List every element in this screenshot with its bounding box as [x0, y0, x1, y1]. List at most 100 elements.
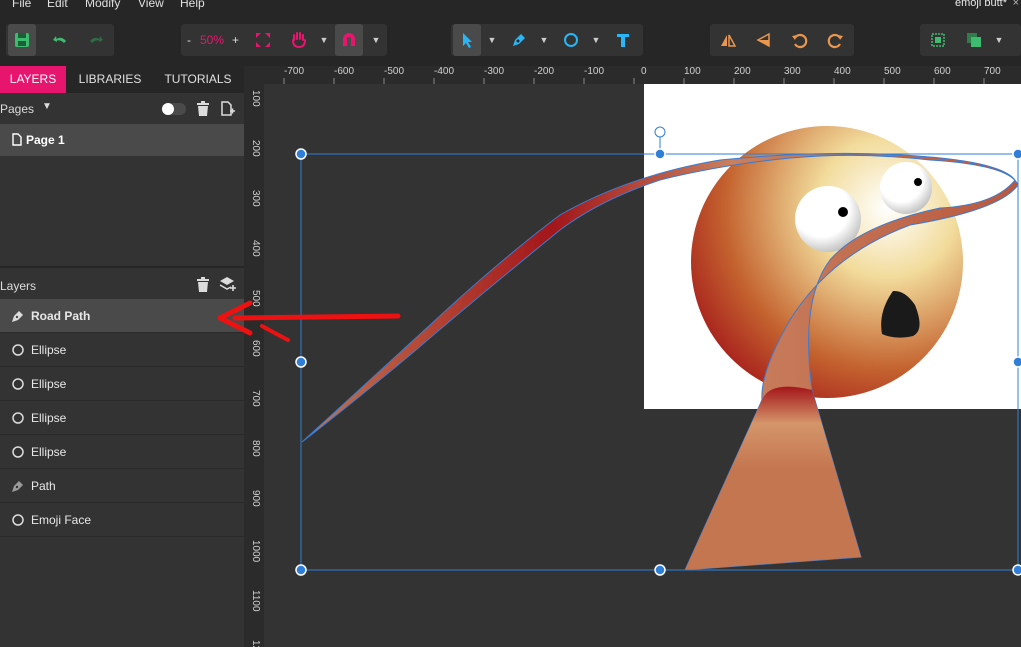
menu-bar: File Edit Modify View Help emoji butt* × — [0, 0, 1021, 14]
zoom-in-button[interactable]: + — [232, 33, 239, 47]
ruler-label: 1000 — [250, 540, 261, 563]
tab-tutorials[interactable]: TUTORIALS — [162, 66, 234, 93]
ruler-label: 100 — [684, 66, 701, 77]
pen-tool-button[interactable] — [505, 24, 533, 56]
delete-layer-icon[interactable] — [196, 277, 210, 292]
ruler-label: 200 — [250, 140, 261, 157]
panel-divider — [0, 266, 244, 268]
menu-file[interactable]: File — [12, 0, 31, 10]
pages-title: Pages — [0, 102, 35, 116]
tab-layers[interactable]: LAYERS — [0, 66, 66, 93]
ellipse-icon — [12, 378, 24, 390]
document-tab-title[interactable]: emoji butt* — [955, 0, 1007, 9]
redo-button[interactable] — [82, 24, 110, 56]
layer-row-ellipse[interactable]: Ellipse — [0, 401, 244, 435]
layer-row-emoji-face[interactable]: Emoji Face — [0, 503, 244, 537]
resize-handle[interactable] — [1012, 356, 1021, 368]
ruler-label: 800 — [250, 440, 261, 457]
pages-dropdown-icon[interactable]: ▼ — [42, 101, 52, 112]
arrange-tools-group: ▼ — [920, 24, 1021, 56]
hand-tool-dropdown[interactable]: ▼ — [317, 24, 331, 56]
rotate-right-button[interactable] — [822, 24, 850, 56]
pen-tool-dropdown[interactable]: ▼ — [537, 24, 551, 56]
vertical-ruler[interactable]: 100 200 300 400 500 600 700 800 900 1000… — [244, 66, 264, 647]
add-layer-icon[interactable] — [219, 276, 237, 292]
ruler-label: -100 — [584, 66, 605, 77]
ellipse-tool-button[interactable] — [557, 24, 585, 56]
rotation-handle[interactable] — [654, 126, 666, 138]
arrange-button[interactable] — [960, 24, 988, 56]
pen-path-icon — [12, 311, 23, 322]
right-eye — [880, 162, 932, 214]
ruler-label: 500 — [884, 66, 901, 77]
snap-magnet-button[interactable] — [335, 24, 363, 56]
delete-page-icon[interactable] — [196, 101, 210, 116]
zoom-level[interactable]: 50% — [200, 33, 224, 47]
menu-edit[interactable]: Edit — [47, 0, 68, 10]
add-page-icon[interactable] — [221, 101, 235, 116]
rotate-left-button[interactable] — [785, 24, 813, 56]
layer-label: Ellipse — [31, 445, 67, 459]
page-list-item[interactable]: Page 1 — [0, 124, 244, 156]
road-trunk — [685, 386, 861, 570]
flip-horizontal-button[interactable] — [714, 24, 742, 56]
group-icon — [931, 33, 945, 47]
ruler-label: -200 — [534, 66, 555, 77]
ruler-label: -400 — [434, 66, 455, 77]
select-tool-dropdown[interactable]: ▼ — [485, 24, 499, 56]
redo-icon — [90, 36, 103, 43]
rotate-right-icon — [827, 33, 843, 49]
transform-tools-group — [710, 24, 854, 56]
left-pupil — [838, 207, 848, 217]
layer-row-ellipse[interactable]: Ellipse — [0, 435, 244, 469]
layer-row-ellipse[interactable]: Ellipse — [0, 367, 244, 401]
tab-libraries[interactable]: LIBRARIES — [74, 66, 146, 93]
drawing-tools-group: ▼ ▼ ▼ — [451, 24, 643, 56]
close-document-icon[interactable]: × — [1013, 0, 1019, 9]
canvas-artwork — [295, 84, 1021, 576]
hand-tool-button[interactable] — [285, 24, 313, 56]
menu-modify[interactable]: Modify — [85, 0, 120, 10]
snap-dropdown[interactable]: ▼ — [369, 24, 383, 56]
ruler-label: 400 — [834, 66, 851, 77]
flip-vertical-icon — [756, 32, 770, 48]
ellipse-icon — [12, 412, 24, 424]
pages-toggle[interactable] — [162, 103, 186, 115]
resize-handle[interactable] — [295, 564, 307, 576]
page-label: Page 1 — [26, 133, 65, 147]
arrange-dropdown[interactable]: ▼ — [992, 24, 1006, 56]
drawing-canvas[interactable] — [264, 84, 1021, 647]
resize-handle[interactable] — [295, 148, 307, 160]
undo-button[interactable] — [46, 24, 74, 56]
layer-row-path[interactable]: Path — [0, 469, 244, 503]
menu-help[interactable]: Help — [180, 0, 205, 10]
ruler-label: -300 — [484, 66, 505, 77]
shape-tool-dropdown[interactable]: ▼ — [589, 24, 603, 56]
zoom-out-button[interactable]: - — [187, 33, 191, 47]
menu-view[interactable]: View — [138, 0, 164, 10]
ruler-label: 1200 — [250, 640, 261, 647]
layer-label: Road Path — [31, 309, 91, 323]
resize-handle[interactable] — [1012, 564, 1021, 576]
save-button[interactable] — [8, 24, 36, 56]
fit-to-screen-button[interactable] — [249, 24, 277, 56]
text-tool-button[interactable] — [609, 24, 637, 56]
resize-handle[interactable] — [654, 564, 666, 576]
flip-horizontal-icon — [721, 34, 737, 47]
pointer-arrow-icon — [463, 33, 472, 48]
resize-handle[interactable] — [295, 356, 307, 368]
flip-vertical-button[interactable] — [749, 24, 777, 56]
group-button[interactable] — [924, 24, 952, 56]
layer-label: Ellipse — [31, 411, 67, 425]
layers-stack-icon — [967, 33, 981, 47]
ruler-label: 0 — [641, 66, 647, 77]
ruler-label: 300 — [250, 190, 261, 207]
resize-handle[interactable] — [1012, 148, 1021, 160]
panel-tabs: LAYERS LIBRARIES TUTORIALS — [0, 66, 244, 93]
resize-handle[interactable] — [654, 148, 666, 160]
select-tool-button[interactable] — [453, 24, 481, 56]
ruler-label: 900 — [250, 490, 261, 507]
horizontal-ruler[interactable]: -700 -600 -500 -400 -300 -200 -100 0 100… — [264, 66, 1021, 84]
right-pupil — [914, 178, 922, 186]
ruler-label: 200 — [734, 66, 751, 77]
